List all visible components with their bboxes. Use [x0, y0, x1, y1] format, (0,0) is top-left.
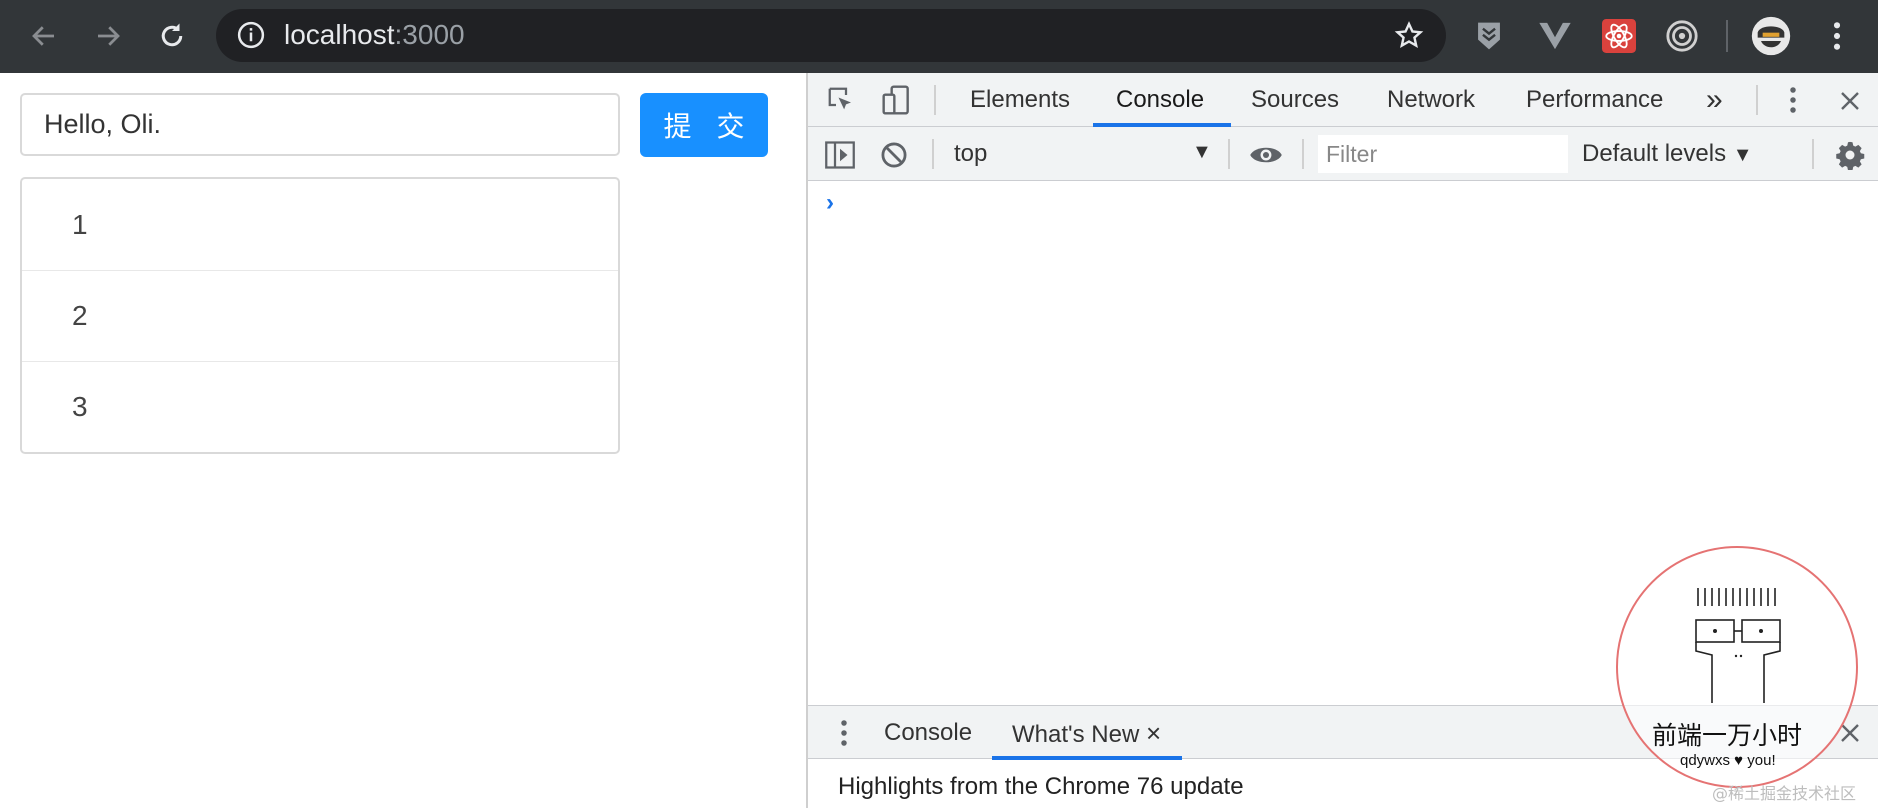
devtools-separator — [934, 85, 936, 115]
vue-devtools-icon — [1539, 22, 1571, 50]
tab-performance[interactable]: Performance — [1526, 73, 1663, 127]
log-levels-dropdown[interactable]: Default levels ▼ — [1582, 127, 1753, 181]
reload-icon — [161, 23, 183, 47]
filter-input[interactable] — [1318, 135, 1568, 173]
url-text[interactable]: localhost:3000 — [284, 17, 465, 53]
profile-avatar[interactable] — [1750, 15, 1792, 57]
devtools-menu-button[interactable] — [1778, 81, 1808, 119]
browser-menu-button[interactable] — [1816, 15, 1858, 57]
vue-devtools-button[interactable] — [1534, 15, 1576, 57]
drawer-tab-whats-new[interactable]: What's New × — [1012, 706, 1161, 760]
close-icon — [1841, 92, 1859, 110]
eye-icon — [1250, 147, 1282, 163]
extension-shield-button[interactable] — [1468, 15, 1510, 57]
inspect-cursor-icon — [828, 87, 851, 110]
toolbar-separator — [1726, 20, 1728, 52]
submit-button[interactable]: 提 交 — [640, 93, 768, 157]
log-levels-label: Default levels — [1582, 140, 1727, 167]
react-devtools-icon — [1602, 19, 1636, 53]
forward-button[interactable] — [88, 16, 128, 56]
target-icon — [1666, 20, 1698, 52]
watermark-subtitle: qdywxs ♥ you! — [1680, 752, 1776, 769]
todo-list: 1 2 3 — [20, 177, 620, 454]
todo-input[interactable] — [20, 93, 620, 156]
drawer-tab-console[interactable]: Console — [884, 706, 972, 760]
more-tabs-button[interactable]: » — [1706, 73, 1723, 127]
kebab-icon — [841, 720, 847, 746]
dropdown-arrow-icon: ▼ — [1192, 141, 1212, 163]
tab-sources[interactable]: Sources — [1251, 73, 1339, 127]
close-devtools-button[interactable] — [1832, 83, 1868, 119]
devtools-separator — [1812, 139, 1814, 169]
devtools-separator — [1302, 139, 1304, 169]
corner-watermark: @稀土掘金技术社区 — [1712, 784, 1857, 803]
tab-console[interactable]: Console — [1116, 73, 1204, 127]
console-settings-button[interactable] — [1830, 135, 1870, 175]
tab-elements[interactable]: Elements — [970, 73, 1070, 127]
url-host: localhost — [284, 19, 395, 50]
devtools-tabbar: Elements Console Sources Network Perform… — [808, 73, 1878, 127]
device-toolbar-button[interactable] — [876, 79, 918, 121]
device-mode-icon — [882, 85, 909, 115]
forward-icon — [98, 26, 120, 46]
react-devtools-button[interactable] — [1598, 15, 1640, 57]
tab-network[interactable]: Network — [1387, 73, 1475, 127]
devtools-separator — [1228, 139, 1230, 169]
list-item: 3 — [22, 361, 618, 452]
close-tab-icon[interactable]: × — [1146, 718, 1161, 748]
dropdown-arrow-icon: ▼ — [1732, 144, 1753, 166]
target-extension-button[interactable] — [1661, 15, 1703, 57]
sidebar-toggle-icon — [825, 141, 855, 169]
drawer-menu-button[interactable] — [834, 714, 854, 752]
devtools-separator — [932, 139, 934, 169]
clear-console-button[interactable] — [874, 135, 914, 175]
console-toolbar: top ▼ Default levels ▼ — [808, 127, 1878, 181]
block-icon — [881, 142, 907, 168]
bookmark-star-button[interactable] — [1388, 15, 1430, 57]
whats-new-highlight: Highlights from the Chrome 76 update — [838, 773, 1244, 800]
watermark-title: 前端一万小时 — [1652, 721, 1803, 750]
list-item: 1 — [72, 208, 88, 240]
menu-kebab-icon — [1833, 22, 1841, 50]
web-page: 提 交 1 2 3 — [0, 73, 806, 808]
gear-icon — [1836, 141, 1865, 170]
active-drawer-tab-indicator — [992, 756, 1182, 760]
back-icon — [32, 26, 54, 46]
drawer-tab-label: What's New — [1012, 721, 1140, 748]
extension-shield-icon — [1478, 22, 1500, 50]
info-icon[interactable] — [236, 20, 266, 50]
url-port: :3000 — [394, 19, 465, 50]
back-button[interactable] — [24, 16, 64, 56]
devtools-separator — [1756, 85, 1758, 115]
show-sidebar-button[interactable] — [820, 135, 860, 175]
reload-button[interactable] — [152, 16, 192, 56]
star-icon — [1394, 21, 1424, 48]
list-item: 2 — [22, 270, 618, 361]
inspect-element-button[interactable] — [820, 79, 862, 121]
context-value: top — [954, 140, 988, 167]
live-expression-button[interactable] — [1244, 135, 1288, 175]
kebab-icon — [1790, 87, 1796, 113]
browser-toolbar: localhost:3000 — [0, 0, 1878, 73]
console-prompt[interactable]: › — [826, 189, 834, 217]
